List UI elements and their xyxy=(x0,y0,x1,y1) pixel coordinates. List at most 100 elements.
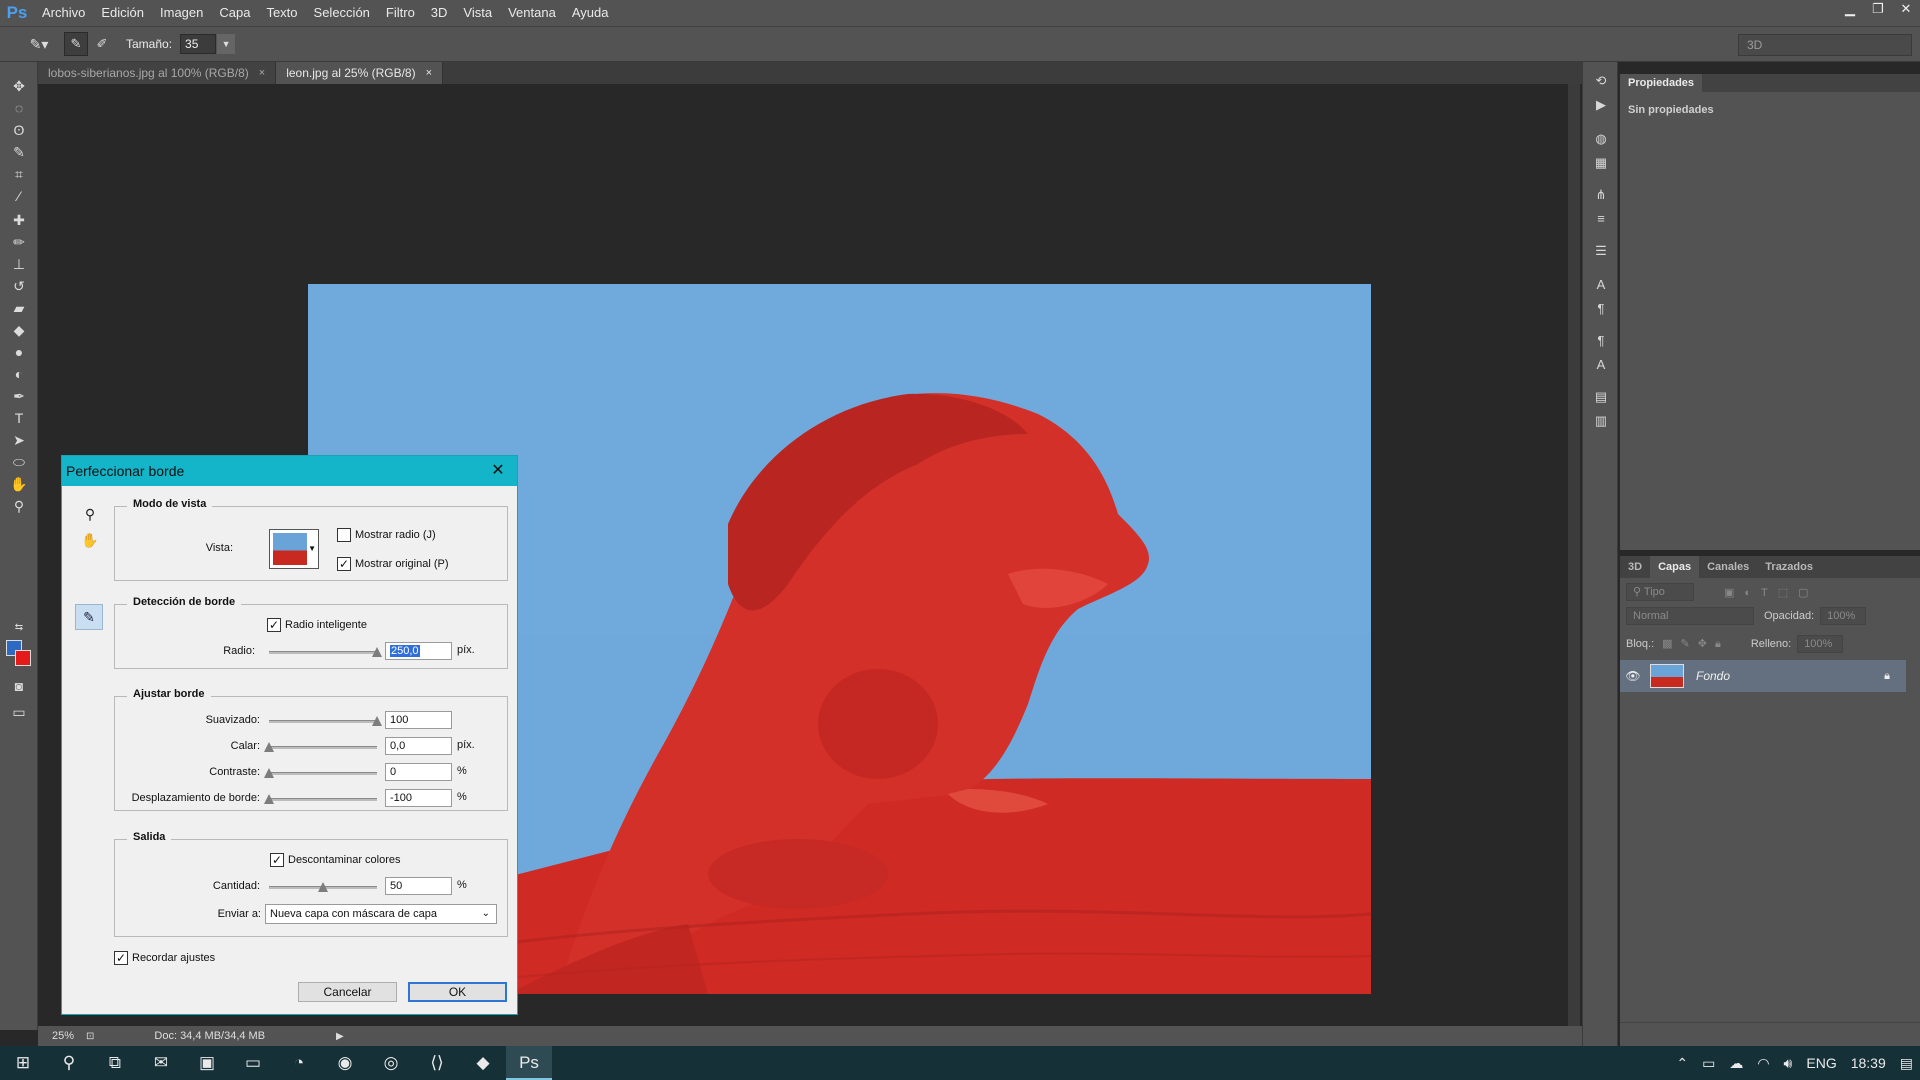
history-icon[interactable]: ⟲ xyxy=(1592,72,1610,90)
zoom-tool-icon[interactable]: ⚲ xyxy=(8,496,30,516)
chrome-icon[interactable]: ◎ xyxy=(368,1046,414,1080)
volume-icon[interactable]: 🔊︎ xyxy=(1777,1055,1800,1072)
search-icon[interactable]: ⚲ xyxy=(46,1046,92,1080)
smooth-input[interactable]: 100 xyxy=(385,711,452,729)
paragraph-styles-icon[interactable]: ¶ xyxy=(1592,332,1610,350)
slider-knob[interactable] xyxy=(264,794,274,804)
quick-selection-tool-icon[interactable]: ✎ xyxy=(8,142,30,162)
brushes-icon[interactable]: ⋔ xyxy=(1592,186,1610,204)
status-info-icon[interactable]: ⊡ xyxy=(86,1031,94,1042)
character-icon[interactable]: A xyxy=(1592,276,1610,294)
wifi-icon[interactable]: ◠ xyxy=(1750,1055,1776,1072)
smooth-slider[interactable] xyxy=(269,716,382,726)
menu-texto[interactable]: Texto xyxy=(258,0,305,26)
contrast-slider[interactable] xyxy=(264,768,377,778)
size-dropdown-icon[interactable]: ▼ xyxy=(217,34,236,54)
fill-input[interactable]: 100% xyxy=(1797,635,1844,653)
type-tool-icon[interactable]: T xyxy=(8,408,30,428)
firefox-icon[interactable]: ◉ xyxy=(322,1046,368,1080)
menu-ayuda[interactable]: Ayuda xyxy=(564,0,617,26)
layer-filter-select[interactable]: ⚲ Tipo xyxy=(1626,583,1694,601)
smart-radius-checkbox[interactable]: ✓ xyxy=(267,618,281,632)
size-input[interactable]: 35 xyxy=(180,34,217,54)
grid-icon[interactable]: ▦ xyxy=(1592,154,1610,172)
slider-knob[interactable] xyxy=(264,742,274,752)
shift-edge-slider[interactable] xyxy=(264,794,377,804)
background-color-swatch[interactable] xyxy=(15,650,31,666)
hand-tool-icon[interactable]: ✋ xyxy=(8,474,30,494)
layer-row-fondo[interactable]: 👁︎ Fondo 🔒︎ xyxy=(1620,660,1906,692)
chevron-up-icon[interactable]: ⌃ xyxy=(1669,1055,1695,1072)
slider-knob[interactable] xyxy=(318,882,328,892)
layer-comps-icon[interactable]: ▤ xyxy=(1592,388,1610,406)
amount-input[interactable]: 50 xyxy=(385,877,452,895)
clock[interactable]: 18:39 xyxy=(1844,1055,1893,1071)
tab-canales[interactable]: Canales xyxy=(1699,556,1757,578)
view-picker[interactable]: ▼ xyxy=(269,529,319,569)
close-tab-icon[interactable]: × xyxy=(426,62,432,84)
tool-presets-icon[interactable]: ☰ xyxy=(1592,242,1610,260)
mail-icon[interactable]: ✉ xyxy=(138,1046,184,1080)
workspace-select[interactable]: 3D xyxy=(1738,34,1912,56)
language-indicator[interactable]: ENG xyxy=(1799,1055,1843,1071)
blend-mode-select[interactable]: Normal xyxy=(1626,607,1754,625)
file-explorer-icon[interactable]: ▭ xyxy=(230,1046,276,1080)
healing-brush-tool-icon[interactable]: ✚ xyxy=(8,210,30,230)
refine-radius-brush-icon[interactable]: ✎ xyxy=(64,32,88,56)
menu-edicion[interactable]: Edición xyxy=(93,0,152,26)
dodge-tool-icon[interactable]: ◐ xyxy=(8,364,30,384)
windows-start-icon[interactable]: ⊞ xyxy=(0,1046,46,1080)
visibility-eye-icon[interactable]: 👁︎ xyxy=(1620,669,1646,683)
tool-preset-picker[interactable]: ✎▾ xyxy=(22,32,56,56)
git-icon[interactable]: ◆ xyxy=(460,1046,506,1080)
remember-settings-checkbox[interactable]: ✓ xyxy=(114,951,128,965)
screen-mode-icon[interactable]: ▭ xyxy=(8,702,30,722)
cancel-button[interactable]: Cancelar xyxy=(298,982,397,1002)
slider-knob[interactable] xyxy=(264,768,274,778)
menu-3d[interactable]: 3D xyxy=(423,0,456,26)
notifications-icon[interactable]: ▤ xyxy=(1893,1055,1920,1072)
zoom-icon[interactable]: ⚲ xyxy=(80,504,100,524)
pen-tool-icon[interactable]: ✒ xyxy=(8,386,30,406)
lock-icons[interactable]: ▩✎✥🔒︎ xyxy=(1662,637,1729,651)
show-original-checkbox[interactable]: ✓ xyxy=(337,557,351,571)
notes-icon[interactable]: ▥ xyxy=(1592,412,1610,430)
3d-icon[interactable]: ◍ xyxy=(1592,130,1610,148)
ellipse-tool-icon[interactable]: ⬭ xyxy=(8,452,30,472)
close-icon[interactable]: ✕ xyxy=(489,456,507,486)
menu-seleccion[interactable]: Selección xyxy=(306,0,378,26)
path-selection-tool-icon[interactable]: ➤ xyxy=(8,430,30,450)
adjustments-icon[interactable]: ≡ xyxy=(1592,210,1610,228)
opacity-input[interactable]: 100% xyxy=(1820,607,1867,625)
vscode-icon[interactable]: ⟨⟩ xyxy=(414,1046,460,1080)
menu-capa[interactable]: Capa xyxy=(211,0,258,26)
menu-filtro[interactable]: Filtro xyxy=(378,0,423,26)
store-icon[interactable]: ▣ xyxy=(184,1046,230,1080)
close-window-icon[interactable]: ✕ xyxy=(1892,0,1920,18)
ok-button[interactable]: OK xyxy=(408,982,507,1002)
slider-knob[interactable] xyxy=(372,647,382,657)
show-radius-checkbox[interactable] xyxy=(337,528,351,542)
paint-bucket-tool-icon[interactable]: ◆ xyxy=(8,320,30,340)
eraser-tool-icon[interactable]: ▰ xyxy=(8,298,30,318)
crop-tool-icon[interactable]: ⌗ xyxy=(8,164,30,184)
lasso-tool-icon[interactable]: ʘ xyxy=(8,120,30,140)
tab-trazados[interactable]: Trazados xyxy=(1757,556,1821,578)
eyedropper-tool-icon[interactable]: ⁄ xyxy=(8,186,30,206)
send-to-select[interactable]: Nueva capa con máscara de capa ⌄ xyxy=(265,904,497,924)
minimize-icon[interactable]: ▁ xyxy=(1836,0,1864,18)
radius-slider[interactable] xyxy=(269,647,382,657)
decontaminate-checkbox[interactable]: ✓ xyxy=(270,853,284,867)
marquee-tool-icon[interactable]: ◌ xyxy=(8,98,30,118)
task-view-icon[interactable]: ⧉ xyxy=(92,1046,138,1080)
layer-filter-icons[interactable]: ▣◐T⬚▢ xyxy=(1724,586,1819,599)
tab-capas[interactable]: Capas xyxy=(1650,556,1700,578)
quick-mask-icon[interactable]: ◙ xyxy=(8,676,30,696)
amount-slider[interactable] xyxy=(269,882,377,892)
menu-imagen[interactable]: Imagen xyxy=(152,0,211,26)
swap-colors-icon[interactable]: ⇆ xyxy=(8,618,30,638)
blur-tool-icon[interactable]: ● xyxy=(8,342,30,362)
edge-browser-icon[interactable]: ◔ xyxy=(276,1046,322,1080)
status-menu-arrow-icon[interactable]: ▶ xyxy=(336,1031,344,1042)
tab-propiedades[interactable]: Propiedades xyxy=(1620,74,1703,92)
